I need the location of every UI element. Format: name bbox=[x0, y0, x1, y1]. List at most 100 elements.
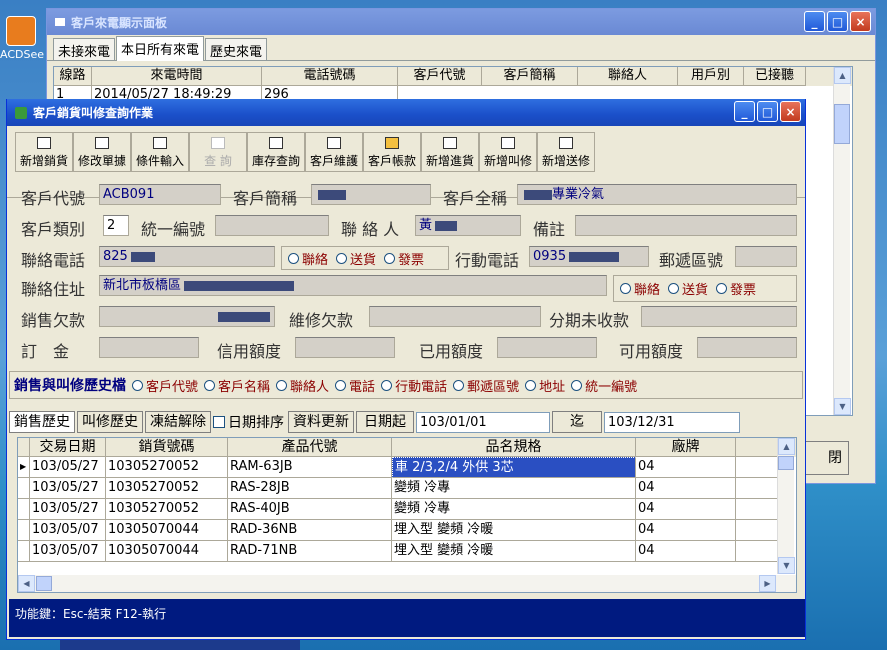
radio-tax-id[interactable]: 統一編號 bbox=[571, 376, 637, 395]
caller-id-titlebar[interactable]: 客戶來電顯示面板 _ □ × bbox=[47, 9, 875, 35]
acdsee-icon[interactable] bbox=[6, 16, 36, 46]
phone-field[interactable]: 825 bbox=[99, 246, 275, 267]
table-row[interactable]: 103/05/27 10305270052 RAS-28JB 變頻 冷專 04 bbox=[18, 478, 796, 499]
customer-maint-button[interactable]: 客戶維護 bbox=[305, 132, 363, 172]
table-row[interactable]: 103/05/07 10305070044 RAD-71NB 埋入型 變頻 冷暖 04 bbox=[18, 541, 796, 562]
tab-today[interactable]: 本日所有來電 bbox=[116, 36, 205, 61]
sales-grid-hscroll[interactable]: ◀ ▶ bbox=[18, 575, 796, 592]
radio-contact-person[interactable]: 聯絡人 bbox=[276, 376, 329, 395]
edit-doc-button[interactable]: 修改單據 bbox=[73, 132, 131, 172]
repair-history-button[interactable]: 叫修歷史 bbox=[77, 411, 143, 433]
deposit-field[interactable] bbox=[99, 337, 199, 358]
customer-account-button[interactable]: 客戶帳款 bbox=[363, 132, 421, 172]
close-icon[interactable]: × bbox=[780, 101, 801, 122]
maximize-icon[interactable]: □ bbox=[757, 101, 778, 122]
col-product-code[interactable]: 產品代號 bbox=[228, 438, 392, 457]
zip-field[interactable] bbox=[735, 246, 797, 267]
tab-missed[interactable]: 未接來電 bbox=[53, 38, 116, 60]
contact-field[interactable]: 黃 bbox=[415, 215, 521, 236]
col-answered[interactable]: 已接聽 bbox=[744, 67, 806, 86]
col-line[interactable]: 線路 bbox=[54, 67, 92, 86]
sales-debt-field[interactable] bbox=[99, 306, 275, 327]
sales-repair-titlebar[interactable]: 客戶銷貨叫修查詢作業 _ □ × bbox=[7, 99, 805, 126]
new-purchase-button[interactable]: 新增進貨 bbox=[421, 132, 479, 172]
scroll-up-icon[interactable]: ▲ bbox=[834, 67, 851, 84]
mobile-field[interactable]: 0935 bbox=[529, 246, 649, 267]
col-contact[interactable]: 聯絡人 bbox=[578, 67, 678, 86]
install-field[interactable] bbox=[641, 306, 797, 327]
radio-invoice[interactable]: 發票 bbox=[716, 279, 756, 298]
minimize-icon[interactable]: _ bbox=[734, 101, 755, 122]
stock-query-button[interactable]: 庫存查詢 bbox=[247, 132, 305, 172]
radio-zip[interactable]: 郵遞區號 bbox=[453, 376, 519, 395]
table-cell: RAS-28JB bbox=[228, 478, 392, 499]
radio-delivery[interactable]: 送貨 bbox=[668, 279, 708, 298]
table-cell: RAD-36NB bbox=[228, 520, 392, 541]
col-phone[interactable]: 電話號碼 bbox=[262, 67, 398, 86]
col-brand[interactable]: 廠牌 bbox=[636, 438, 736, 457]
col-user-type[interactable]: 用戶別 bbox=[678, 67, 744, 86]
address-radio-group: 聯絡 送貨 發票 bbox=[613, 275, 797, 302]
cust-short-field[interactable] bbox=[311, 184, 431, 205]
table-row[interactable]: ▶ 103/05/27 10305270052 RAM-63JB 車 2/3,2/4 外… bbox=[18, 457, 796, 478]
radio-address[interactable]: 地址 bbox=[525, 376, 565, 395]
tax-id-label: 統一編號 bbox=[141, 220, 206, 239]
new-repair-button[interactable]: 新增叫修 bbox=[479, 132, 537, 172]
scroll-up-icon[interactable]: ▲ bbox=[778, 438, 795, 455]
scroll-thumb[interactable] bbox=[834, 104, 850, 144]
date-sort-checkbox[interactable]: 日期排序 bbox=[213, 412, 284, 432]
query-button[interactable]: 查 詢 bbox=[189, 132, 247, 172]
note-field[interactable] bbox=[575, 215, 797, 236]
col-spec[interactable]: 品名規格 bbox=[392, 438, 636, 457]
address-value: 新北市板橋區 bbox=[103, 278, 182, 293]
scroll-left-icon[interactable]: ◀ bbox=[18, 575, 35, 592]
col-sale-no[interactable]: 銷貨號碼 bbox=[106, 438, 228, 457]
used-field[interactable] bbox=[497, 337, 597, 358]
cust-full-field[interactable]: 專業冷氣 bbox=[517, 184, 797, 205]
credit-field[interactable] bbox=[295, 337, 395, 358]
radio-mobile[interactable]: 行動電話 bbox=[381, 376, 447, 395]
freeze-release-button[interactable]: 凍結解除 bbox=[145, 411, 211, 433]
radio-phone[interactable]: 電話 bbox=[335, 376, 375, 395]
maximize-icon[interactable]: □ bbox=[827, 11, 848, 32]
scroll-down-icon[interactable]: ▼ bbox=[778, 557, 795, 574]
condition-button[interactable]: 條件輸入 bbox=[131, 132, 189, 172]
table-row[interactable]: 103/05/27 10305270052 RAS-40JB 變頻 冷專 04 bbox=[18, 499, 796, 520]
radio-invoice[interactable]: 發票 bbox=[384, 249, 424, 268]
address-field[interactable]: 新北市板橋區 bbox=[99, 275, 607, 296]
new-sale-button[interactable]: 新增銷貨 bbox=[15, 132, 73, 172]
radio-cust-name[interactable]: 客戶名稱 bbox=[204, 376, 270, 395]
scroll-thumb[interactable] bbox=[36, 576, 52, 591]
radio-icon bbox=[668, 283, 680, 294]
col-cust-code[interactable]: 客戶代號 bbox=[398, 67, 482, 86]
table-row[interactable]: 103/05/07 10305070044 RAD-36NB 埋入型 變頻 冷暖 04 bbox=[18, 520, 796, 541]
sales-history-grid[interactable]: 交易日期 銷貨號碼 產品代號 品名規格 廠牌 ▶ 103/05/27 1030527… bbox=[17, 437, 797, 593]
minimize-icon[interactable]: _ bbox=[804, 11, 825, 32]
avail-field[interactable] bbox=[697, 337, 797, 358]
new-send-repair-button[interactable]: 新增送修 bbox=[537, 132, 595, 172]
sales-history-button[interactable]: 銷售歷史 bbox=[9, 411, 75, 433]
tab-history[interactable]: 歷史來電 bbox=[205, 38, 268, 60]
sales-grid-vscroll[interactable]: ▲ ▼ bbox=[777, 438, 795, 574]
col-cust-short[interactable]: 客戶簡稱 bbox=[482, 67, 578, 86]
date-to-field[interactable]: 103/12/31 bbox=[604, 411, 740, 433]
call-grid-scrollbar[interactable]: ▲ ▼ bbox=[833, 67, 851, 415]
date-from-field[interactable]: 103/01/01 bbox=[416, 411, 550, 433]
radio-contact[interactable]: 聯絡 bbox=[288, 249, 328, 268]
sales-repair-window[interactable]: 客戶銷貨叫修查詢作業 _ □ × 新增銷貨 修改單據 條件輸入 查 詢 庫存查詢… bbox=[6, 99, 806, 640]
tax-id-field[interactable] bbox=[215, 215, 329, 236]
close-icon[interactable]: × bbox=[850, 11, 871, 32]
scroll-down-icon[interactable]: ▼ bbox=[834, 398, 851, 415]
col-trade-date[interactable]: 交易日期 bbox=[30, 438, 106, 457]
repair-debt-field[interactable] bbox=[369, 306, 541, 327]
cust-type-field[interactable]: 2 bbox=[103, 215, 129, 236]
col-time[interactable]: 來電時間 bbox=[92, 67, 262, 86]
scroll-right-icon[interactable]: ▶ bbox=[759, 575, 776, 592]
scroll-thumb[interactable] bbox=[778, 456, 794, 470]
radio-cust-code[interactable]: 客戶代號 bbox=[132, 376, 198, 395]
radio-delivery[interactable]: 送貨 bbox=[336, 249, 376, 268]
refresh-button[interactable]: 資料更新 bbox=[288, 411, 354, 433]
cust-code-field[interactable]: ACB091 bbox=[99, 184, 221, 205]
radio-contact[interactable]: 聯絡 bbox=[620, 279, 660, 298]
toolbar-label: 客戶帳款 bbox=[367, 154, 416, 168]
